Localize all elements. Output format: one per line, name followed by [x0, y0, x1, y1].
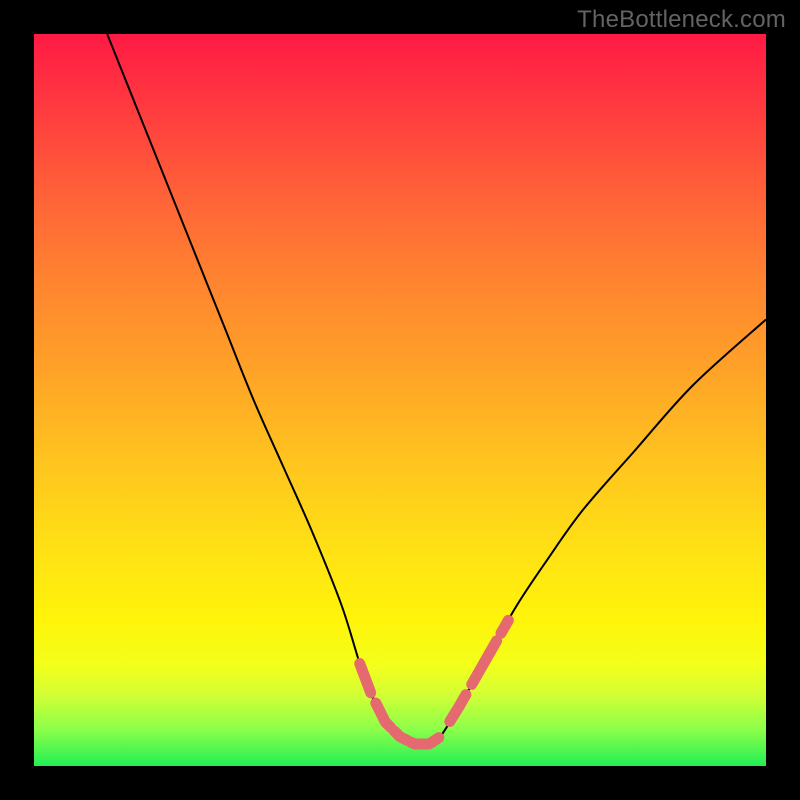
chart-frame: TheBottleneck.com [0, 0, 800, 800]
dot-segment-6 [501, 620, 508, 633]
dot-segment-2 [394, 731, 407, 741]
dot-segment-3 [411, 738, 439, 744]
plot-area [34, 34, 766, 766]
watermark-text: TheBottleneck.com [577, 6, 786, 34]
dot-segment-5 [472, 641, 497, 685]
curve-dot-highlights [360, 620, 509, 744]
chart-svg [34, 34, 766, 766]
bottleneck-curve [107, 34, 766, 745]
dot-segment-4 [450, 695, 466, 722]
dot-segment-1 [376, 703, 391, 727]
dot-segment-0 [360, 664, 371, 693]
